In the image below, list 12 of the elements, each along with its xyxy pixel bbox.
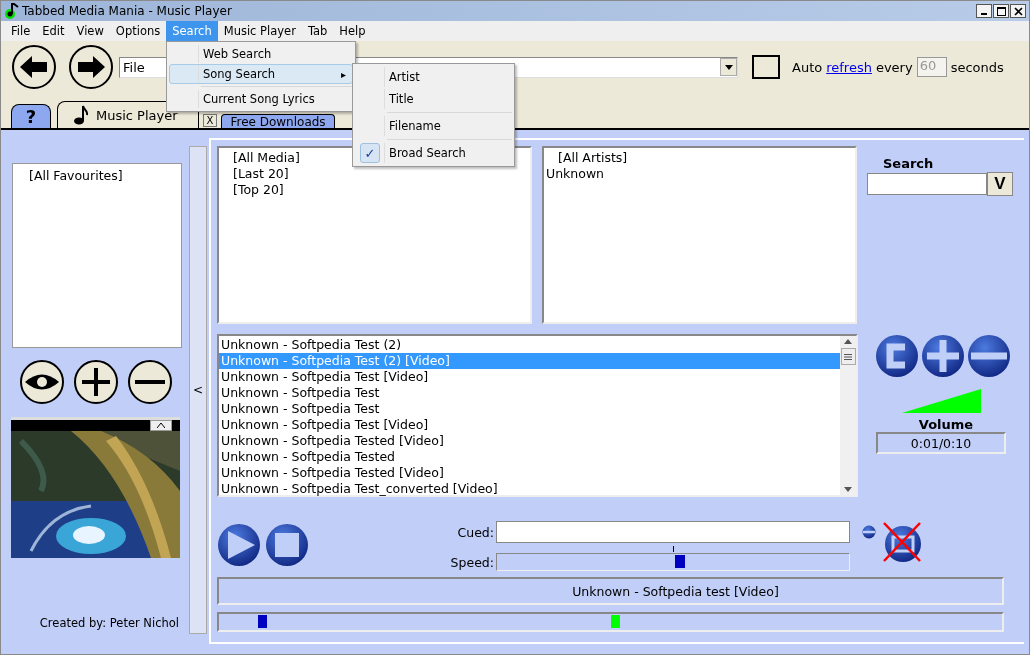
seconds-label: seconds	[950, 59, 1004, 75]
every-label: every	[875, 59, 913, 75]
search-label: Search	[882, 156, 935, 171]
now-playing-text: Unknown - Softpedia test [Video]	[572, 583, 779, 599]
volume-label: Volume	[917, 417, 974, 432]
window-title: Tabbed Media Mania - Music Player	[22, 4, 232, 18]
check-mark: ✓	[360, 143, 380, 163]
speed-label: Speed:	[449, 554, 494, 570]
auto-label: Auto	[792, 59, 823, 75]
time-display: 0:01/0:10	[876, 432, 1006, 454]
credits-text: Created by: Peter Nichol	[38, 616, 180, 630]
cued-label: Cued:	[456, 524, 494, 540]
